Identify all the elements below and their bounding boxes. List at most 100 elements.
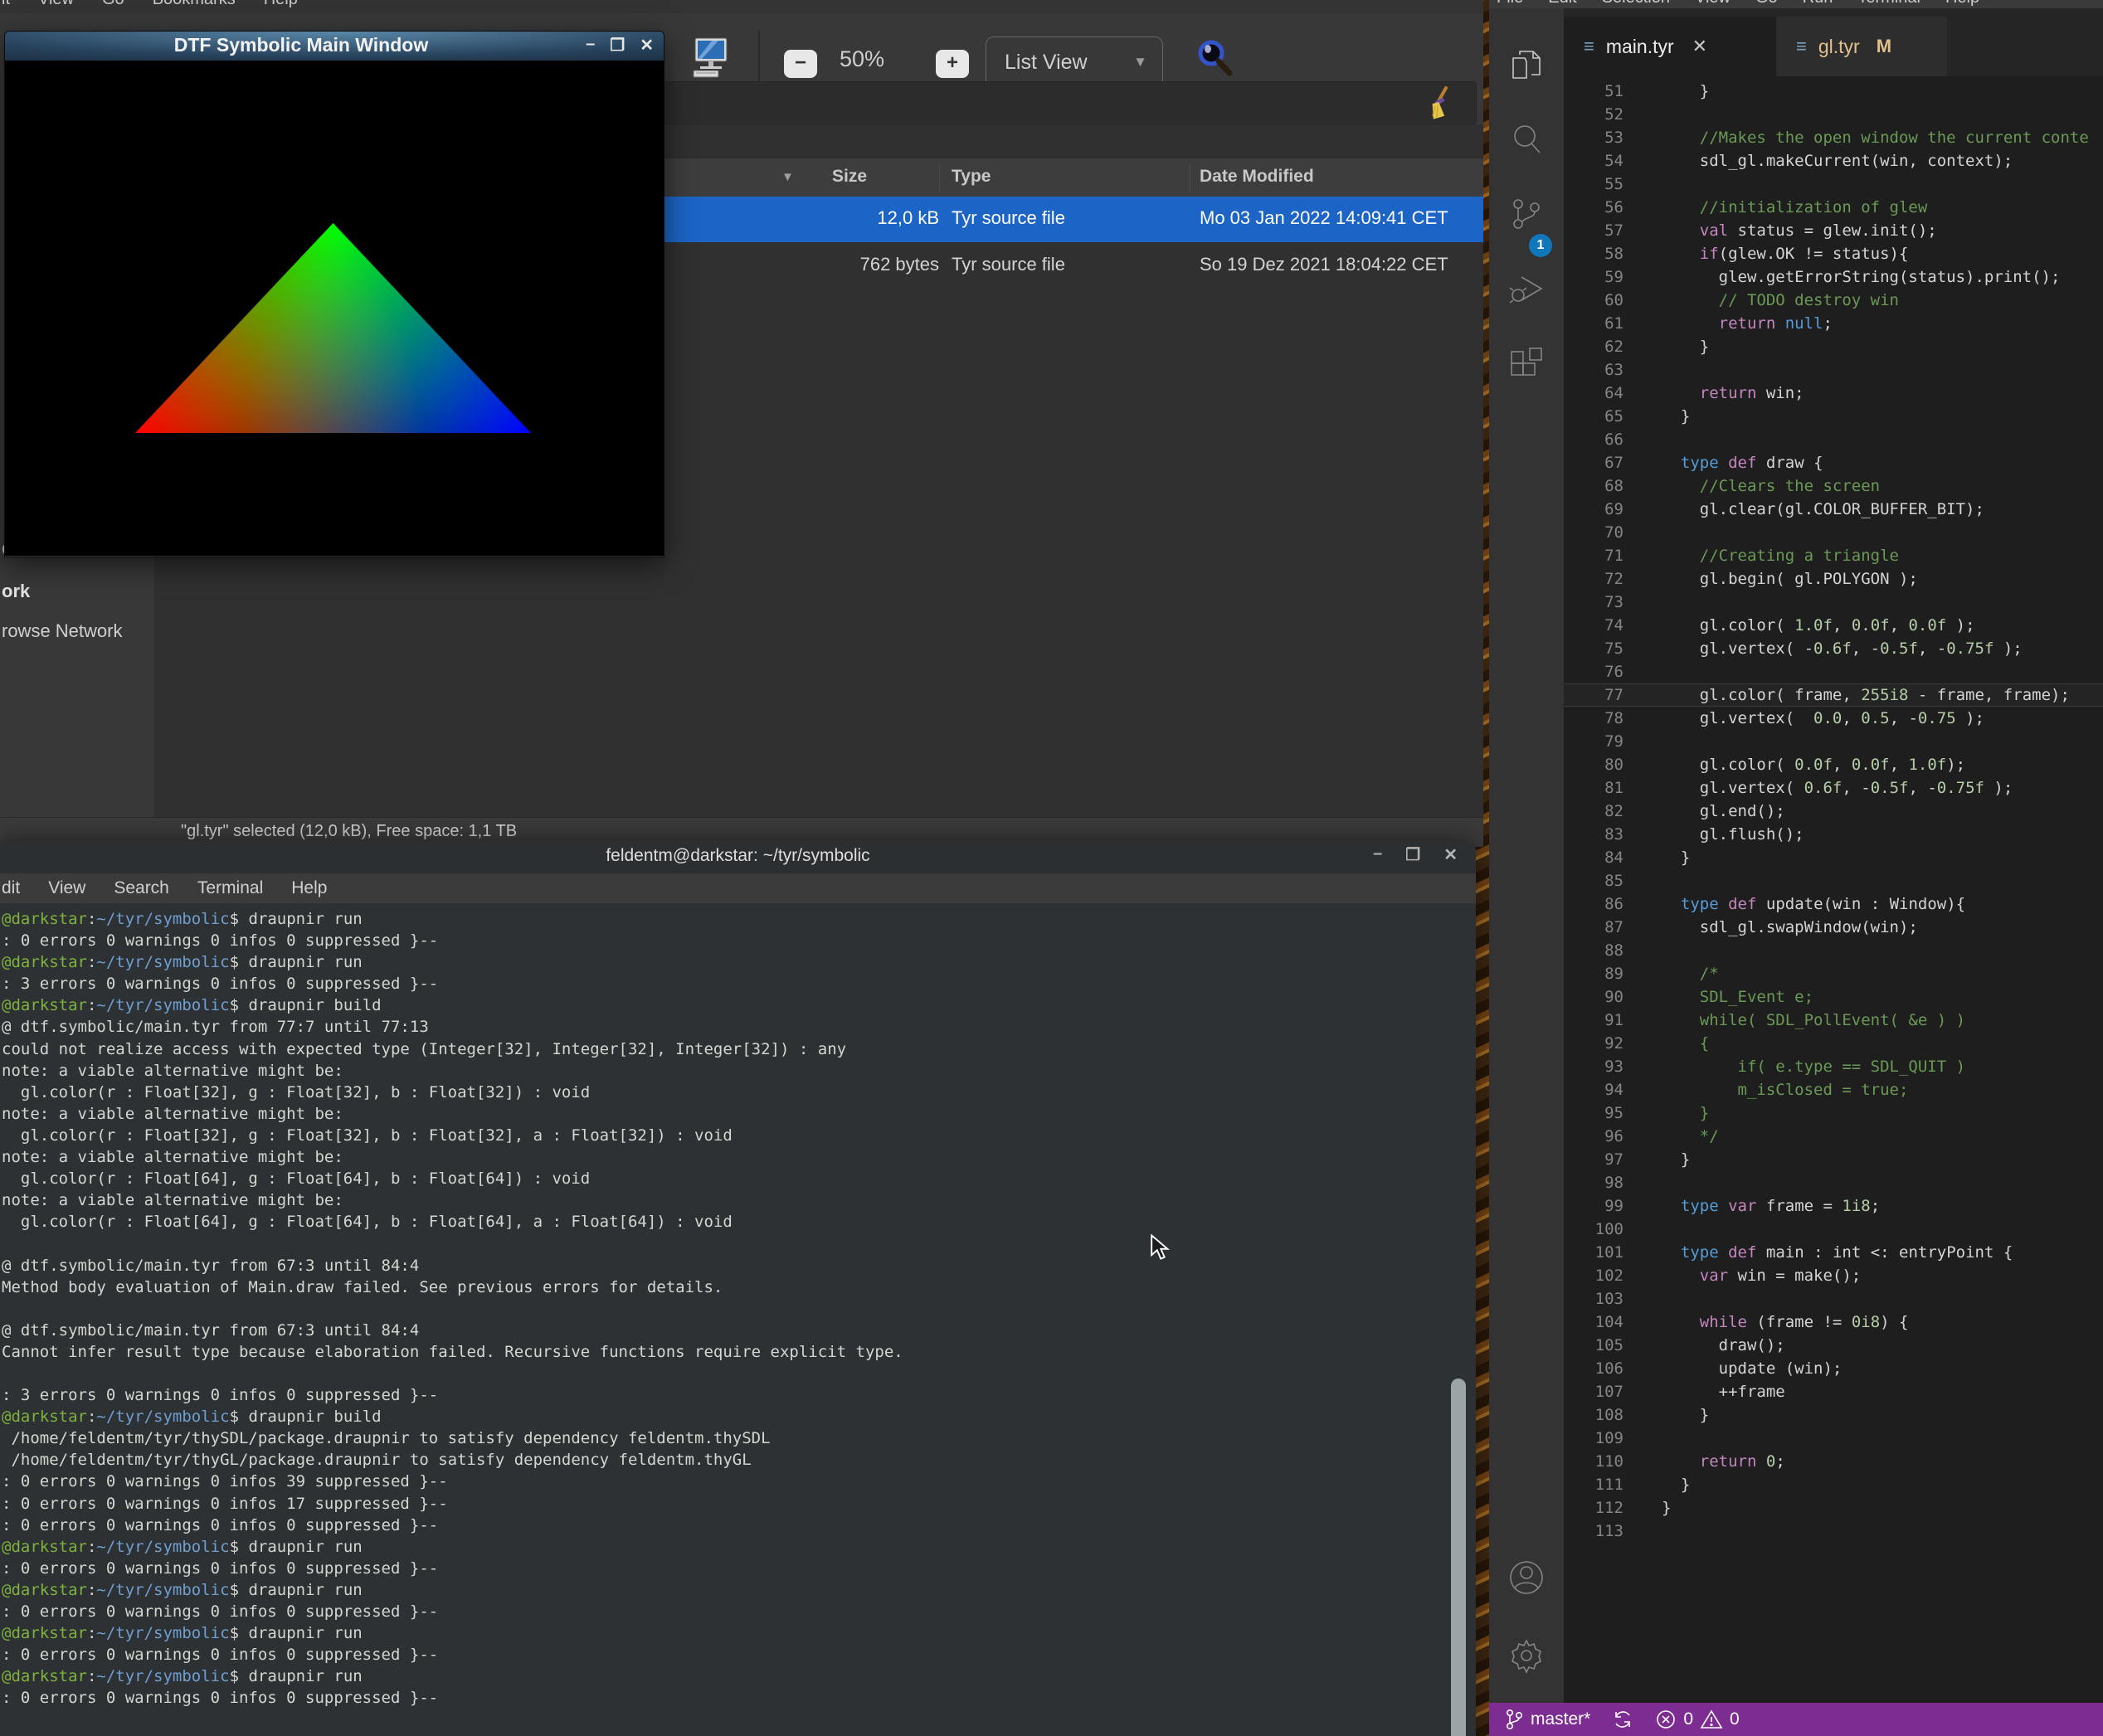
tab-label: gl.tyr <box>1818 36 1860 58</box>
explorer-icon[interactable] <box>1507 45 1546 85</box>
column-header-size[interactable]: Size <box>832 167 867 187</box>
vscode-window: FileEditSelectionViewGoRunTerminalHelp 1 <box>1489 0 2103 1736</box>
dtf-titlebar[interactable]: DTF Symbolic Main Window – ❐ ✕ <box>5 32 664 61</box>
code-line: 58 if(glew.OK != status){ <box>1564 242 2103 265</box>
menu-item[interactable]: Bookmarks <box>153 0 236 9</box>
menu-item[interactable]: Help <box>264 0 298 9</box>
code-line: 69 gl.clear(gl.COLOR_BUFFER_BIT); <box>1564 498 2103 521</box>
file-size: 12,0 kB <box>735 207 939 229</box>
code-line: 100 <box>1564 1218 2103 1241</box>
menu-item[interactable]: Help <box>291 878 327 898</box>
code-line: 113 <box>1564 1520 2103 1543</box>
terminal-line: @darkstar:~/tyr/symbolic$ draupnir run <box>0 1622 1476 1644</box>
menu-item[interactable]: Go <box>102 0 124 9</box>
code-editor[interactable]: 51 }5253 //Makes the open window the cur… <box>1564 76 2103 1703</box>
tab-label: main.tyr <box>1606 36 1674 58</box>
terminal-title: feldentm@darkstar: ~/tyr/symbolic <box>0 846 1476 866</box>
vscode-menubar: File Edit Selection View Go Run Terminal Help <box>1489 0 2103 8</box>
error-count: 0 <box>1683 1709 1693 1729</box>
tab-gl-tyr[interactable]: ≡ gl.tyr M <box>1776 17 1947 76</box>
extensions-icon[interactable] <box>1507 343 1546 383</box>
close-icon[interactable]: ✕ <box>1692 36 1707 57</box>
rgb-gradient-triangle <box>135 223 531 433</box>
menu-item[interactable]: it <box>2 0 10 9</box>
menu-item[interactable]: View <box>48 878 85 898</box>
code-line: 97 } <box>1564 1148 2103 1171</box>
menu-item[interactable]: Go <box>1755 0 1778 7</box>
dtf-symbolic-window: DTF Symbolic Main Window – ❐ ✕ <box>4 31 664 557</box>
menu-item[interactable]: Terminal <box>1857 0 1920 7</box>
tab-main-tyr[interactable]: ≡ main.tyr ✕ <box>1564 17 1776 76</box>
clear-filter-broom-icon[interactable] <box>1424 86 1454 124</box>
menu-item[interactable]: View <box>1695 0 1731 7</box>
menu-item[interactable]: Terminal <box>197 878 263 898</box>
code-line: 92 { <box>1564 1032 2103 1055</box>
minimize-button[interactable]: – <box>1373 844 1382 865</box>
maximize-button[interactable]: ❐ <box>1405 844 1420 865</box>
code-line: 98 <box>1564 1171 2103 1194</box>
menu-item[interactable]: Help <box>1945 0 1979 7</box>
column-header-type[interactable]: Type <box>952 167 991 187</box>
view-mode-dropdown[interactable]: List View ▼ <box>986 36 1163 88</box>
run-debug-icon[interactable] <box>1507 269 1546 309</box>
code-line: 77 gl.color( frame, 255i8 - frame, frame… <box>1564 683 2103 707</box>
code-line: 62 } <box>1564 335 2103 358</box>
file-icon: ≡ <box>1796 36 1807 57</box>
sidebar-item-browse-network[interactable]: rowse Network <box>2 620 122 642</box>
desktop: itViewGoBookmarksHelp − 50% + List View <box>0 0 2103 1736</box>
terminal-line <box>0 1298 1476 1320</box>
menu-item[interactable]: Search <box>114 878 169 898</box>
menu-item[interactable]: dit <box>2 878 20 898</box>
column-header-date-modified[interactable]: Date Modified <box>1200 167 1314 187</box>
terminal-line <box>0 1233 1476 1254</box>
zoom-out-button[interactable]: − <box>784 50 817 78</box>
warning-icon <box>1700 1709 1723 1730</box>
settings-gear-icon[interactable] <box>1507 1636 1546 1675</box>
git-branch-indicator[interactable]: master* <box>1504 1708 1590 1731</box>
search-icon[interactable] <box>1193 36 1236 84</box>
computer-icon[interactable] <box>689 35 733 84</box>
view-mode-value: List View <box>986 51 1088 75</box>
opengl-canvas <box>5 61 664 556</box>
terminal-line: @darkstar:~/tyr/symbolic$ draupnir build <box>0 1406 1476 1427</box>
terminal-content[interactable]: @darkstar:~/tyr/symbolic$ draupnir run: … <box>0 903 1476 1736</box>
maximize-button[interactable]: ❐ <box>610 35 625 56</box>
terminal-line: @ dtf.symbolic/main.tyr from 67:3 until … <box>0 1320 1476 1341</box>
terminal-line: Method body evaluation of Main.draw fail… <box>0 1276 1476 1298</box>
menu-item[interactable]: Run <box>1803 0 1833 7</box>
menu-item[interactable]: Edit <box>1548 0 1576 7</box>
warning-count: 0 <box>1730 1709 1740 1729</box>
code-line: 84 } <box>1564 846 2103 869</box>
source-control-icon[interactable] <box>1507 194 1546 234</box>
close-button[interactable]: ✕ <box>1443 844 1458 865</box>
terminal-line: : 0 errors 0 warnings 0 infos 0 suppress… <box>0 1644 1476 1665</box>
minimize-button[interactable]: – <box>586 35 595 56</box>
terminal-line: : 0 errors 0 warnings 0 infos 0 suppress… <box>0 1687 1476 1709</box>
terminal-line: @darkstar:~/tyr/symbolic$ draupnir run <box>0 951 1476 973</box>
code-line: 63 <box>1564 358 2103 382</box>
code-line: 52 <box>1564 103 2103 126</box>
code-line: 60 // TODO destroy win <box>1564 289 2103 312</box>
terminal-titlebar[interactable]: feldentm@darkstar: ~/tyr/symbolic – ❐ ✕ <box>0 842 1476 873</box>
modified-badge: M <box>1877 36 1891 57</box>
terminal-scrollbar-thumb[interactable] <box>1451 1379 1466 1736</box>
code-line: 61 return null; <box>1564 312 2103 335</box>
account-icon[interactable] <box>1507 1558 1546 1597</box>
code-line: 83 gl.flush(); <box>1564 823 2103 846</box>
search-icon[interactable] <box>1507 119 1546 159</box>
code-line: 90 SDL_Event e; <box>1564 985 2103 1009</box>
problems-indicator[interactable]: 0 0 <box>1655 1709 1739 1730</box>
sync-icon <box>1612 1709 1633 1730</box>
menu-item[interactable]: View <box>38 0 74 9</box>
menu-item[interactable]: Selection <box>1602 0 1670 7</box>
code-line: 99 type var frame = 1i8; <box>1564 1194 2103 1218</box>
zoom-in-button[interactable]: + <box>936 50 969 78</box>
terminal-line: : 0 errors 0 warnings 0 infos 0 suppress… <box>0 1558 1476 1579</box>
terminal-line: /home/feldentm/tyr/thySDL/package.draupn… <box>0 1427 1476 1449</box>
sync-button[interactable] <box>1612 1709 1633 1730</box>
menu-item[interactable]: File <box>1497 0 1523 7</box>
code-line: 51 } <box>1564 80 2103 103</box>
sort-descending-icon[interactable]: ▼ <box>781 170 794 184</box>
close-button[interactable]: ✕ <box>640 35 654 56</box>
code-line: 105 draw(); <box>1564 1334 2103 1357</box>
